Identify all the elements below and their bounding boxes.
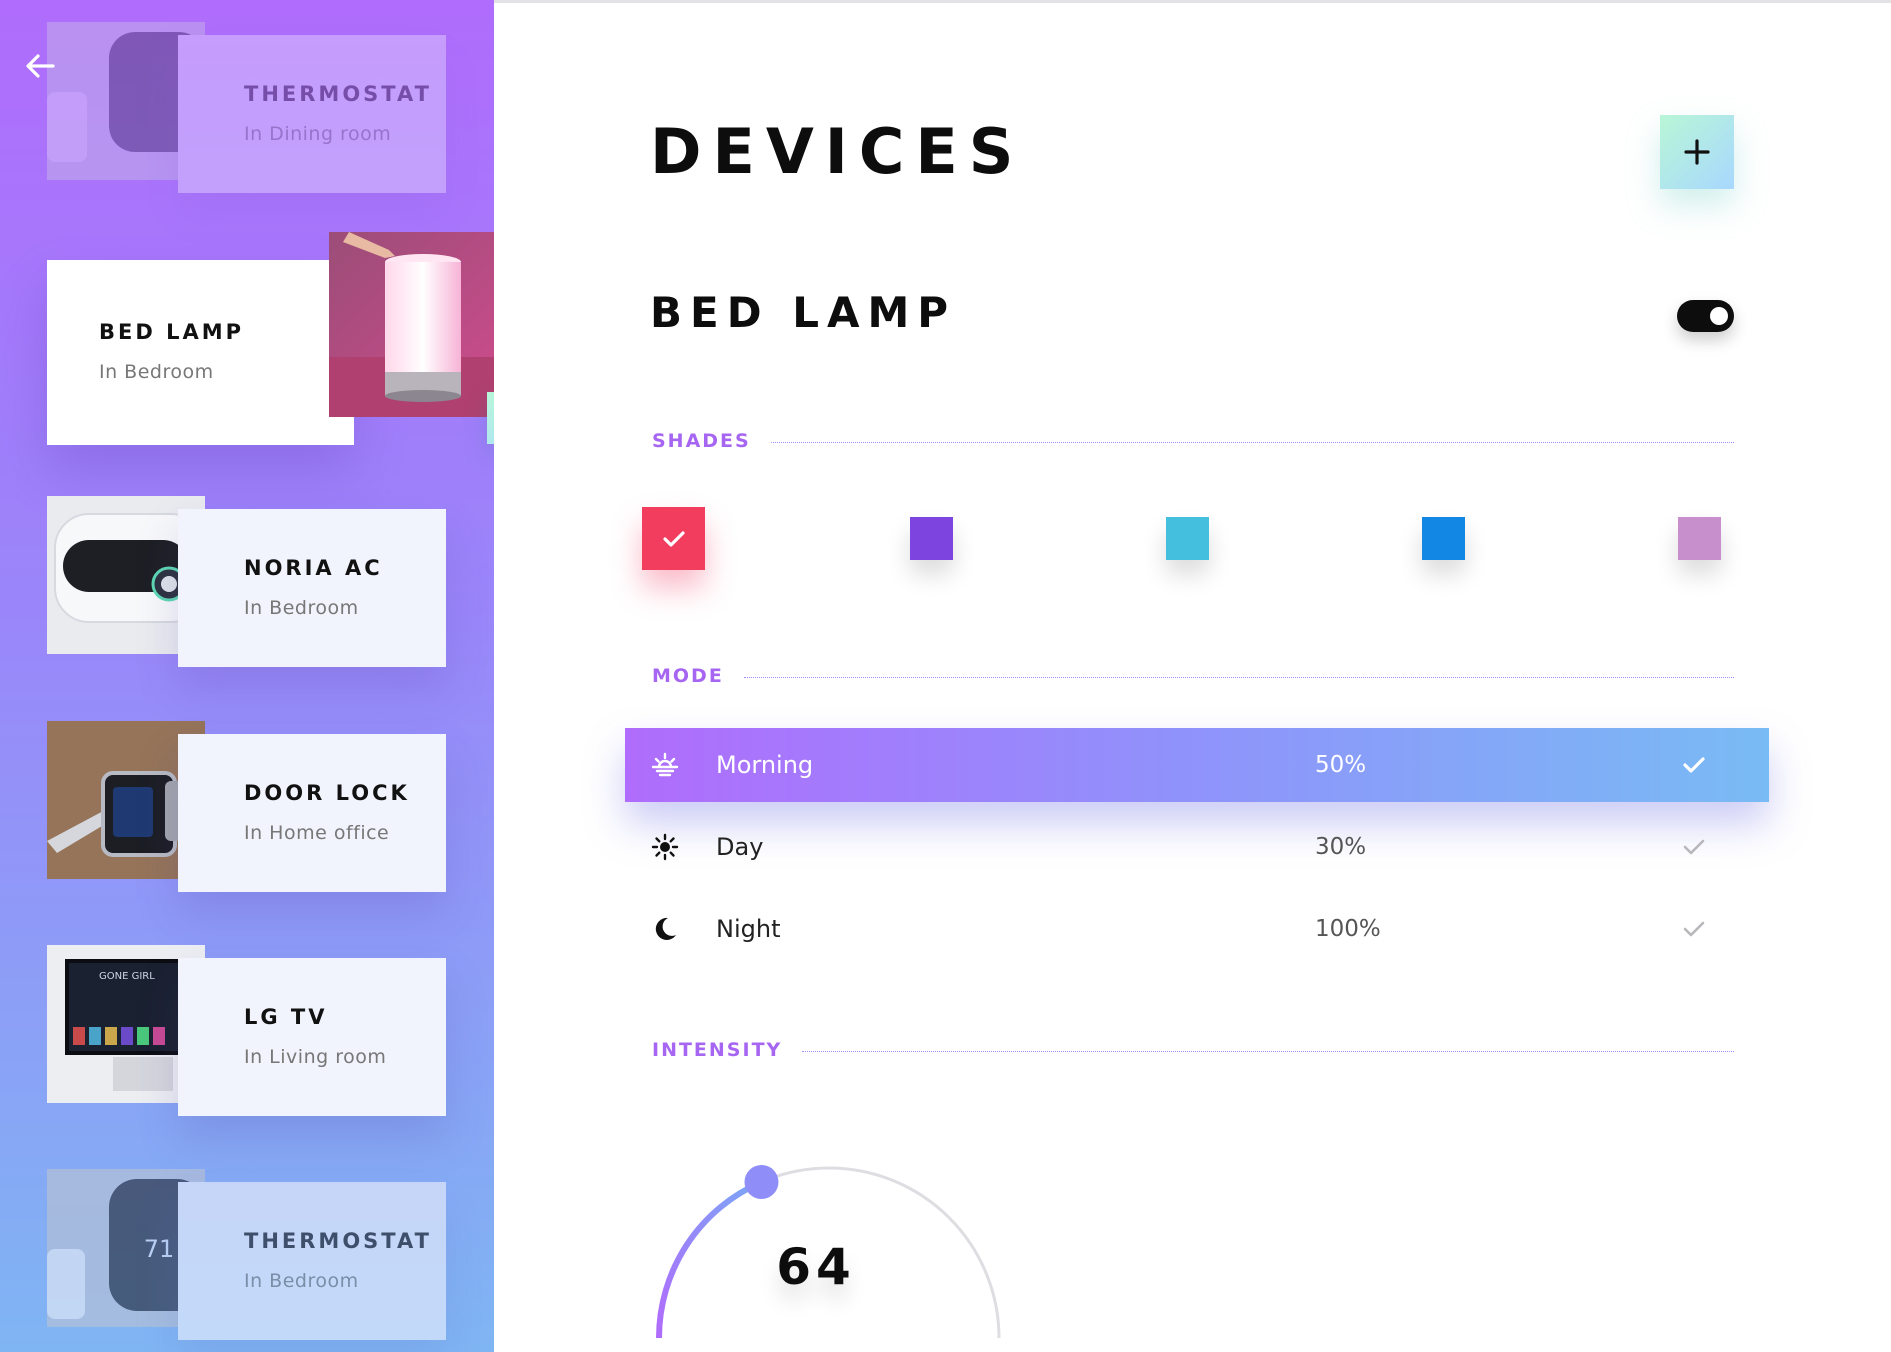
section-label: INTENSITY <box>652 1039 783 1061</box>
check-icon <box>662 530 685 547</box>
sunrise-icon <box>651 752 679 777</box>
device-name: LG TV <box>244 1005 328 1029</box>
mode-row-night[interactable]: Night 100% <box>625 892 1769 966</box>
device-card-door-lock[interactable]: DOOR LOCK In Home office <box>0 721 494 911</box>
intensity-section-header: INTENSITY <box>652 1039 1734 1061</box>
device-room: In Bedroom <box>244 597 359 619</box>
open-device-button[interactable] <box>487 392 494 444</box>
shades-section-header: SHADES <box>652 430 1734 452</box>
device-name: BED LAMP <box>99 320 245 344</box>
shade-swatch-0[interactable] <box>642 507 705 570</box>
device-name: DOOR LOCK <box>244 781 410 805</box>
device-info: LG TV In Living room <box>178 958 446 1116</box>
add-device-button[interactable] <box>1660 115 1734 189</box>
device-info: NORIA AC In Bedroom <box>178 509 446 667</box>
device-info: DOOR LOCK In Home office <box>178 734 446 892</box>
device-name: NORIA AC <box>244 556 383 580</box>
device-room: In Bedroom <box>99 361 214 383</box>
device-title: BED LAMP <box>650 288 957 337</box>
mode-row-morning[interactable]: Morning 50% <box>625 728 1769 802</box>
shade-swatch-2[interactable] <box>1166 517 1209 560</box>
section-label: SHADES <box>652 430 751 452</box>
mode-section-header: MODE <box>652 665 1734 687</box>
gauge-fill <box>656 1179 763 1339</box>
check-icon <box>1683 839 1705 855</box>
mode-name: Day <box>716 833 764 861</box>
intensity-gauge[interactable] <box>644 1098 1014 1352</box>
sun-icon <box>651 833 679 861</box>
section-divider <box>770 441 1734 443</box>
device-sidebar: THERMOSTAT In Dining room BED LAMP In Be… <box>0 0 494 1352</box>
mode-name: Night <box>716 915 781 943</box>
toggle-knob <box>1710 307 1728 325</box>
back-button[interactable] <box>22 48 58 84</box>
device-detail-panel: DEVICES BED LAMP SHADES MODE Morning 50% <box>494 0 1891 1352</box>
device-info: THERMOSTAT In Dining room <box>178 35 446 193</box>
device-card-noria-ac[interactable]: NORIA AC In Bedroom <box>0 496 494 686</box>
bed-lamp-photo <box>329 232 494 417</box>
shade-swatch-3[interactable] <box>1422 517 1465 560</box>
check-icon <box>1683 921 1705 937</box>
mode-percent: 100% <box>1315 916 1381 942</box>
tv-thumb-text: GONE GIRL <box>99 971 155 982</box>
thermostat-reading: 71 <box>144 1235 175 1263</box>
device-room: In Dining room <box>244 123 392 145</box>
shade-swatch-1[interactable] <box>910 517 953 560</box>
arrow-left-icon <box>26 54 55 78</box>
section-label: MODE <box>652 665 724 687</box>
plus-icon <box>1684 139 1710 165</box>
section-divider <box>743 676 1734 678</box>
gauge-handle[interactable] <box>744 1164 779 1199</box>
mode-name: Morning <box>716 751 814 779</box>
intensity-value: 64 <box>776 1238 856 1296</box>
check-icon <box>1683 757 1705 773</box>
device-card-thermostat-bedroom[interactable]: 71 THERMOSTAT In Bedroom <box>0 1169 494 1352</box>
device-name: THERMOSTAT <box>244 1229 432 1253</box>
moon-icon <box>655 917 676 940</box>
shade-swatch-4[interactable] <box>1678 517 1721 560</box>
page-title: DEVICES <box>650 115 1025 188</box>
device-info: THERMOSTAT In Bedroom <box>178 1182 446 1340</box>
device-room: In Home office <box>244 822 390 844</box>
power-toggle[interactable] <box>1677 300 1734 332</box>
mode-row-day[interactable]: Day 30% <box>625 810 1769 884</box>
device-name: THERMOSTAT <box>244 82 432 106</box>
device-card-bed-lamp[interactable]: BED LAMP In Bedroom <box>0 232 494 452</box>
device-card-lg-tv[interactable]: GONE GIRL LG TV In Living room <box>0 945 494 1135</box>
device-info: BED LAMP In Bedroom <box>47 260 354 445</box>
device-card-thermostat-dining[interactable]: THERMOSTAT In Dining room <box>0 22 494 212</box>
section-divider <box>802 1050 1734 1052</box>
mode-percent: 50% <box>1315 752 1367 778</box>
mode-percent: 30% <box>1315 834 1367 860</box>
device-room: In Living room <box>244 1046 387 1068</box>
device-room: In Bedroom <box>244 1270 359 1292</box>
